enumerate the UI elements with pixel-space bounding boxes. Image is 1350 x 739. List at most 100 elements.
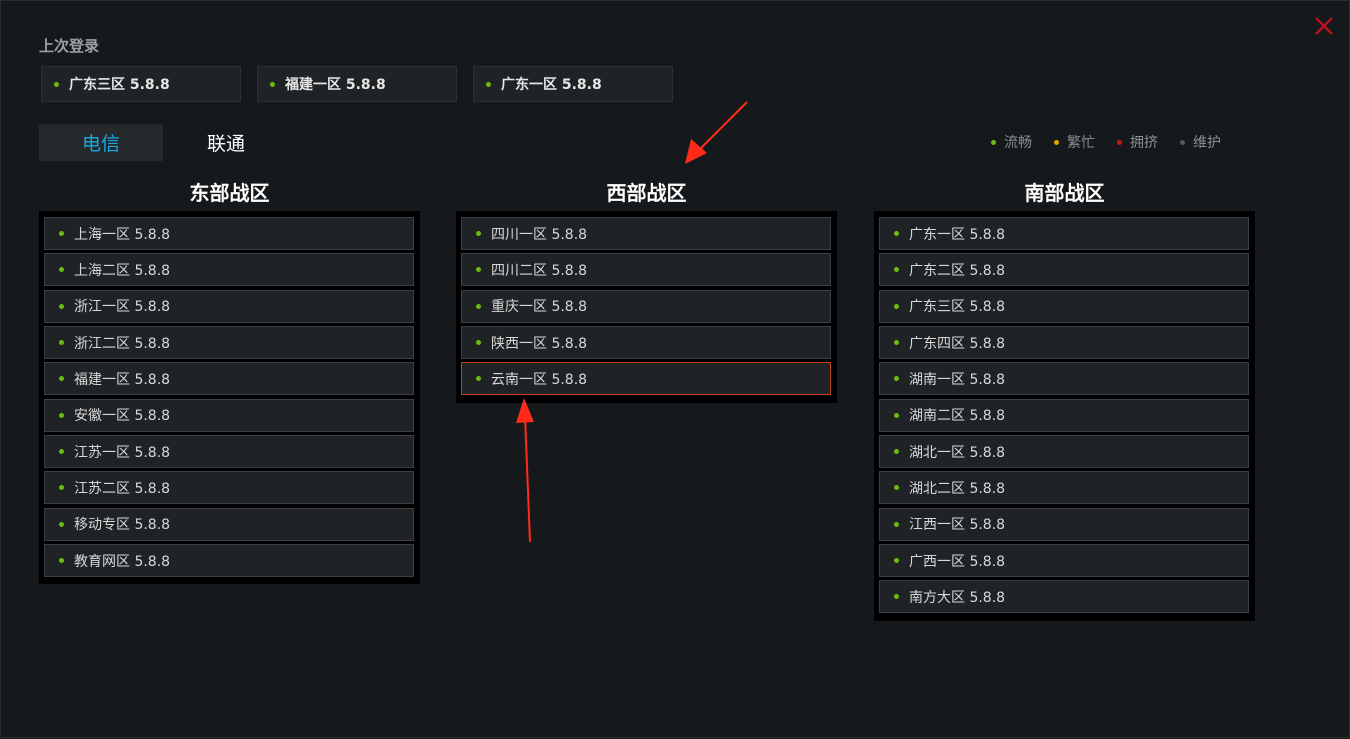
server-item[interactable]: 教育网区 5.8.8	[44, 544, 414, 578]
status-dot-icon	[894, 231, 899, 236]
status-dot-icon	[59, 303, 64, 309]
server-label: 湖北二区 5.8.8	[909, 480, 1006, 497]
server-label: 陕西一区 5.8.8	[491, 335, 588, 352]
server-label: 四川二区 5.8.8	[491, 262, 588, 279]
region-list-west: 四川一区 5.8.8 四川二区 5.8.8 重庆一区 5.8.8 陕西一区 5.8.8…	[456, 211, 837, 403]
server-label: 上海二区 5.8.8	[74, 262, 171, 279]
legend-dot-icon	[1054, 139, 1059, 145]
status-dot-icon	[476, 340, 481, 346]
status-dot-icon	[894, 449, 899, 455]
last-login-title: 上次登录	[39, 37, 100, 55]
server-item[interactable]: 四川二区 5.8.8	[461, 253, 831, 287]
server-label: 江西一区 5.8.8	[909, 517, 1006, 534]
server-label: 四川一区 5.8.8	[491, 226, 588, 243]
server-label: 湖北一区 5.8.8	[909, 444, 1006, 461]
server-label: 广东一区 5.8.8	[909, 226, 1006, 243]
region-list-east: 上海一区 5.8.8 上海二区 5.8.8 浙江一区 5.8.8 浙江二区 5.8.8…	[39, 211, 420, 585]
status-dot-icon	[476, 376, 481, 382]
server-item[interactable]: 浙江二区 5.8.8	[44, 326, 414, 360]
server-item[interactable]: 广东三区 5.8.8	[879, 289, 1249, 323]
recent-server-label: 广东三区 5.8.8	[69, 77, 170, 93]
legend-dot-icon	[1180, 139, 1185, 145]
server-item[interactable]: 浙江一区 5.8.8	[44, 289, 414, 323]
server-label: 江苏一区 5.8.8	[74, 444, 171, 461]
status-dot-icon	[59, 558, 64, 564]
server-label: 广东二区 5.8.8	[909, 262, 1006, 279]
server-item[interactable]: 四川一区 5.8.8	[461, 217, 831, 250]
region-title-west: 西部战区	[606, 181, 687, 205]
server-label: 福建一区 5.8.8	[74, 371, 171, 388]
recent-server-2[interactable]: 福建一区 5.8.8	[257, 66, 457, 102]
legend-label: 流畅	[1004, 135, 1032, 151]
server-item[interactable]: 安徽一区 5.8.8	[44, 398, 414, 432]
server-select-window: 上次登录 广东三区 5.8.8 福建一区 5.8.8 广东一区 5.8.8 电信…	[0, 0, 1350, 738]
legend-label: 拥挤	[1130, 135, 1158, 151]
server-label: 云南一区 5.8.8	[491, 371, 588, 388]
server-item[interactable]: 陕西一区 5.8.8	[461, 326, 831, 360]
server-item[interactable]: 湖南二区 5.8.8	[879, 398, 1249, 432]
annotation-arrow-top	[685, 101, 748, 164]
server-label: 移动专区 5.8.8	[74, 517, 171, 534]
server-item[interactable]: 上海一区 5.8.8	[44, 217, 414, 250]
status-legend: 流畅 繁忙 拥挤 维护	[991, 132, 1221, 152]
server-item[interactable]: 湖北二区 5.8.8	[879, 471, 1249, 505]
server-item[interactable]: 江西一区 5.8.8	[879, 507, 1249, 541]
status-dot-icon	[486, 81, 491, 87]
server-item[interactable]: 上海二区 5.8.8	[44, 253, 414, 287]
status-dot-icon	[894, 340, 899, 346]
server-item[interactable]: 云南一区 5.8.8	[461, 362, 831, 396]
status-dot-icon	[894, 303, 899, 309]
legend-busy: 繁忙	[1054, 132, 1095, 152]
server-label: 湖南二区 5.8.8	[909, 408, 1006, 425]
status-dot-icon	[59, 521, 64, 527]
status-dot-icon	[59, 485, 64, 491]
status-dot-icon	[59, 267, 64, 273]
server-item[interactable]: 广西一区 5.8.8	[879, 544, 1249, 578]
status-dot-icon	[59, 376, 64, 382]
status-dot-icon	[476, 303, 481, 309]
status-dot-icon	[54, 81, 59, 87]
status-dot-icon	[59, 340, 64, 346]
tab-telecom[interactable]: 电信	[39, 124, 163, 161]
legend-maintenance: 维护	[1180, 132, 1221, 152]
close-button[interactable]	[1312, 14, 1336, 38]
tab-unicom[interactable]: 联通	[164, 124, 288, 161]
server-item[interactable]: 广东一区 5.8.8	[879, 217, 1249, 250]
server-item[interactable]: 广东二区 5.8.8	[879, 253, 1249, 287]
server-item[interactable]: 福建一区 5.8.8	[44, 362, 414, 396]
server-item[interactable]: 湖北一区 5.8.8	[879, 435, 1249, 469]
legend-smooth: 流畅	[991, 132, 1032, 152]
server-item[interactable]: 湖南一区 5.8.8	[879, 362, 1249, 396]
status-dot-icon	[894, 485, 899, 491]
status-dot-icon	[894, 521, 899, 527]
status-dot-icon	[59, 449, 64, 455]
server-label: 广东三区 5.8.8	[909, 299, 1006, 316]
legend-label: 繁忙	[1067, 135, 1095, 151]
status-dot-icon	[894, 558, 899, 564]
status-dot-icon	[894, 412, 899, 418]
server-item[interactable]: 江苏二区 5.8.8	[44, 471, 414, 505]
server-label: 南方大区 5.8.8	[909, 589, 1006, 606]
recent-server-label: 福建一区 5.8.8	[285, 77, 386, 93]
status-dot-icon	[894, 594, 899, 600]
server-label: 湖南一区 5.8.8	[909, 371, 1006, 388]
server-item[interactable]: 重庆一区 5.8.8	[461, 289, 831, 323]
recent-server-3[interactable]: 广东一区 5.8.8	[473, 66, 673, 102]
server-item[interactable]: 南方大区 5.8.8	[879, 580, 1249, 614]
region-list-south: 广东一区 5.8.8 广东二区 5.8.8 广东三区 5.8.8 广东四区 5.8.8…	[874, 211, 1255, 621]
recent-server-1[interactable]: 广东三区 5.8.8	[41, 66, 241, 102]
status-dot-icon	[476, 231, 481, 236]
legend-dot-icon	[1117, 139, 1122, 145]
legend-dot-icon	[991, 139, 996, 145]
server-item[interactable]: 广东四区 5.8.8	[879, 326, 1249, 360]
status-dot-icon	[476, 267, 481, 273]
server-item[interactable]: 移动专区 5.8.8	[44, 507, 414, 541]
region-title-south: 南部战区	[1024, 181, 1105, 205]
server-item[interactable]: 江苏一区 5.8.8	[44, 435, 414, 469]
status-dot-icon	[59, 231, 64, 236]
close-icon	[1315, 17, 1333, 35]
legend-crowded: 拥挤	[1117, 132, 1158, 152]
legend-label: 维护	[1193, 135, 1221, 151]
server-label: 浙江一区 5.8.8	[74, 299, 171, 316]
status-dot-icon	[270, 81, 275, 87]
